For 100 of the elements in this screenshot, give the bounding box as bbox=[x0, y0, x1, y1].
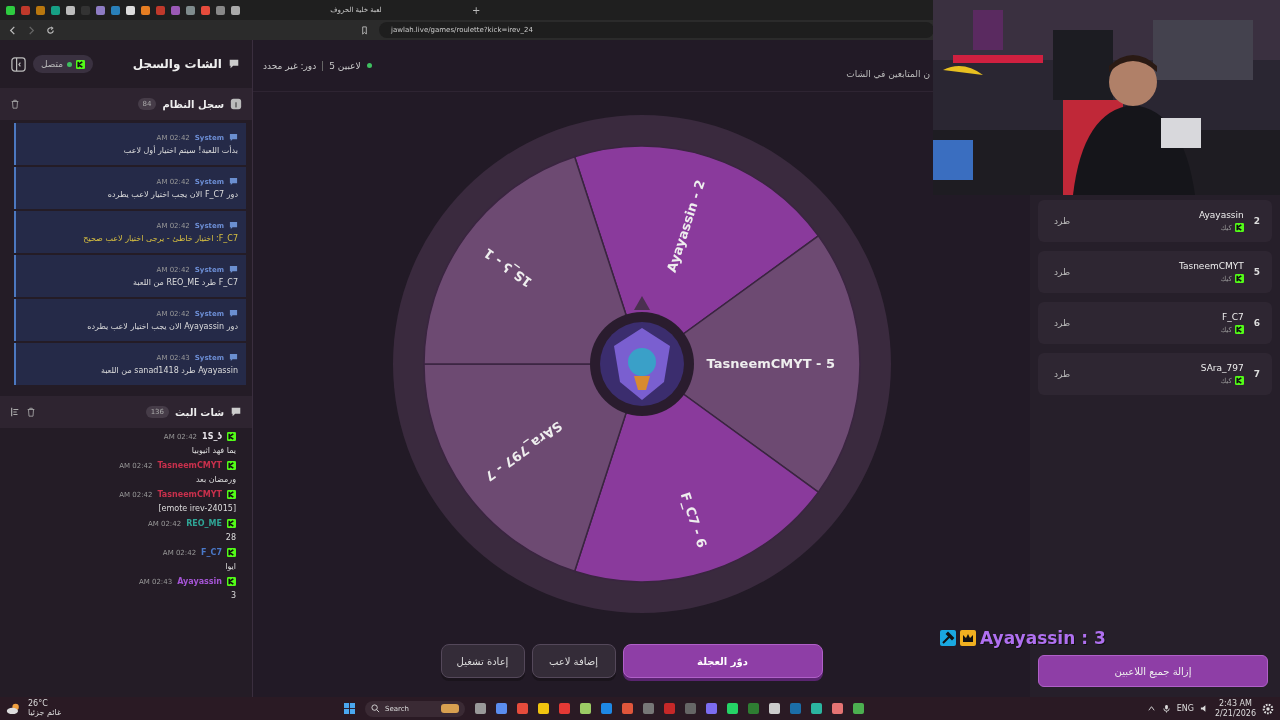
microphone-icon[interactable] bbox=[1161, 704, 1171, 713]
section-title: شات البث bbox=[175, 406, 224, 418]
crown-icon bbox=[960, 630, 976, 646]
chat-bubble-icon bbox=[229, 265, 238, 274]
language-indicator[interactable]: ENG bbox=[1176, 704, 1194, 713]
kick-logo-icon bbox=[227, 519, 236, 528]
align-icon[interactable] bbox=[10, 407, 20, 417]
username[interactable]: F_C7 bbox=[201, 548, 222, 557]
windows-start-icon[interactable] bbox=[343, 703, 355, 714]
app-tile-icon[interactable] bbox=[579, 703, 591, 714]
player-name: TasneemCMYT bbox=[1178, 261, 1244, 271]
app-tile-icon[interactable] bbox=[726, 703, 738, 714]
trash-icon[interactable] bbox=[10, 99, 20, 109]
chat-message: [emote irev-24015] bbox=[158, 504, 236, 513]
app-tile-icon[interactable] bbox=[600, 703, 612, 714]
log-text: بدأت اللعبة! سيتم اختيار أول لاعب bbox=[123, 146, 238, 155]
app-tile-icon[interactable] bbox=[684, 703, 696, 714]
app-tile-icon[interactable] bbox=[747, 703, 759, 714]
player-number: 5 bbox=[1253, 267, 1260, 277]
log-text: F_C7 طرد REO_ME من اللعبة bbox=[133, 278, 238, 287]
kick-logo-icon bbox=[227, 461, 236, 470]
chat-message: 3 bbox=[230, 591, 236, 600]
app-tile-icon[interactable] bbox=[768, 703, 780, 714]
temperature: 26°C bbox=[28, 699, 49, 709]
chat-bubble-icon bbox=[229, 221, 238, 230]
chat-bubble-icon bbox=[229, 309, 238, 318]
hammer-icon bbox=[940, 630, 956, 646]
log-text: دور F_C7 الان يجب اختيار لاعب يطرده bbox=[107, 190, 238, 199]
winner-score: Ayayassin : 3 bbox=[980, 628, 1106, 648]
player-number: 7 bbox=[1253, 369, 1260, 379]
info-icon bbox=[230, 98, 242, 110]
sidebar-title: الشات والسجل bbox=[132, 57, 222, 71]
reload-icon[interactable] bbox=[46, 25, 55, 35]
app-tile-icon[interactable] bbox=[852, 703, 864, 714]
log-text: F_C7: اختيار خاطئ - يرجى اختيار لاعب صحيح bbox=[83, 234, 238, 243]
settings-icon[interactable] bbox=[1262, 702, 1274, 715]
app-tile-icon[interactable] bbox=[537, 703, 549, 714]
game-button[interactable]: دوّر العجلة bbox=[622, 644, 823, 678]
app-tile-icon[interactable] bbox=[663, 703, 675, 714]
clock[interactable]: 2:43 AM 2/21/2026 bbox=[1214, 699, 1256, 718]
game-button[interactable]: إضافة لاعب bbox=[531, 644, 616, 678]
weather-text: غائم جزئيا bbox=[28, 708, 62, 718]
bookmark-icon[interactable] bbox=[360, 25, 369, 35]
kick-logo-icon bbox=[227, 577, 236, 586]
emblem-icon bbox=[589, 312, 694, 416]
app-tile-icon[interactable] bbox=[474, 703, 486, 714]
chat-message: 28 bbox=[225, 533, 236, 542]
username[interactable]: Ayayassin bbox=[177, 577, 222, 586]
game-button[interactable]: إعادة تشغيل bbox=[440, 644, 525, 678]
username[interactable]: 1S_ʖ bbox=[202, 432, 222, 441]
chat-message: ورمضان بعد bbox=[195, 475, 236, 484]
collapse-panel-icon[interactable] bbox=[10, 55, 27, 73]
kick-logo-icon bbox=[1234, 274, 1244, 283]
chevron-up-icon[interactable] bbox=[1146, 704, 1156, 713]
players-count: 5 لاعبين bbox=[329, 60, 361, 71]
kick-logo-icon bbox=[227, 490, 236, 499]
app-tile-icon[interactable] bbox=[831, 703, 843, 714]
chat-bubble-icon bbox=[229, 177, 238, 186]
trash-icon[interactable] bbox=[26, 407, 36, 417]
back-icon[interactable] bbox=[8, 25, 17, 35]
player-number: 2 bbox=[1253, 216, 1260, 226]
app-tile-icon[interactable] bbox=[516, 703, 528, 714]
app-tile-icon[interactable] bbox=[789, 703, 801, 714]
kick-button[interactable]: طرد bbox=[1054, 267, 1071, 277]
kick-logo-icon bbox=[1234, 325, 1244, 334]
chat-bubble-icon bbox=[230, 406, 242, 418]
wheel-label: F_C7 - 6 bbox=[677, 490, 710, 550]
new-tab-button[interactable]: + bbox=[472, 4, 481, 16]
chat-message: ايوا bbox=[225, 562, 236, 571]
hint-text: ن المتابعين في الشات bbox=[846, 68, 930, 79]
player-number: 6 bbox=[1253, 318, 1260, 328]
roulette-wheel[interactable] bbox=[422, 145, 861, 583]
app-tile-icon[interactable] bbox=[495, 703, 507, 714]
app-tile-icon[interactable] bbox=[642, 703, 654, 714]
kick-button[interactable]: طرد bbox=[1054, 318, 1071, 328]
kick-logo-icon bbox=[1234, 376, 1244, 385]
chat-bubble-icon bbox=[229, 133, 238, 142]
wheel-pointer bbox=[633, 296, 650, 310]
app-tile-icon[interactable] bbox=[810, 703, 822, 714]
app-tile-icon[interactable] bbox=[621, 703, 633, 714]
kick-logo-icon bbox=[227, 432, 236, 441]
kick-button[interactable]: طرد bbox=[1054, 369, 1071, 379]
kick-button[interactable]: طرد bbox=[1054, 216, 1071, 226]
connection-status: متصل bbox=[33, 55, 94, 73]
log-text: دور Ayayassin الان يجب اختيار لاعب يطرده bbox=[87, 322, 238, 331]
weather-icon[interactable] bbox=[6, 702, 22, 715]
clear-players-button[interactable]: إزالة جميع اللاعبين bbox=[1038, 655, 1268, 687]
player-name: Ayayassin bbox=[1198, 210, 1244, 220]
kick-logo-icon bbox=[76, 59, 86, 69]
username[interactable]: REO_ME bbox=[186, 519, 222, 528]
turn-label: دور: غير محدد bbox=[263, 60, 317, 71]
chat-bubble-icon bbox=[229, 353, 238, 362]
search-icon bbox=[370, 704, 380, 713]
kick-logo-icon bbox=[227, 548, 236, 557]
chat-message: يما فهد اثيوبيا bbox=[191, 446, 236, 455]
player-name: F_C7 bbox=[1222, 312, 1244, 322]
app-tile-icon[interactable] bbox=[558, 703, 570, 714]
wheel-label: TasneemCMYT - 5 bbox=[706, 355, 835, 371]
app-tile-icon[interactable] bbox=[705, 703, 717, 714]
log-text: Ayayassin طرد sanad1418 من اللعبة bbox=[100, 366, 238, 375]
